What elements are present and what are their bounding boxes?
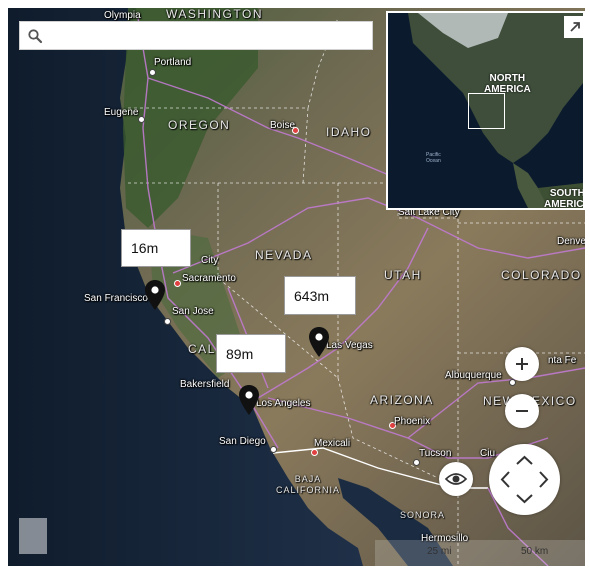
state-label-baja-california: BAJA CALIFORNIA — [276, 474, 341, 495]
state-label-washington: WASHINGTON — [166, 8, 264, 21]
city-label-portland: Portland — [154, 57, 192, 68]
city-label-albuquerque: Albuquerque — [445, 370, 502, 381]
pan-arrows-icon — [500, 455, 549, 504]
map-pin-icon[interactable] — [239, 385, 259, 415]
state-label-oregon: OREGON — [168, 118, 231, 132]
city-dot-san-diego — [270, 446, 277, 453]
zoom-in-button[interactable] — [505, 347, 539, 381]
map-canvas[interactable]: WASHINGTON OREGON IDAHO NEVADA UTAH COLO… — [8, 8, 585, 566]
city-label-san-francisco: San Francisco — [84, 293, 148, 304]
zoom-out-button[interactable] — [505, 394, 539, 428]
search-input[interactable] — [50, 25, 372, 48]
city-dot-boise — [292, 127, 299, 134]
eye-icon — [444, 473, 468, 485]
city-label-san-diego: San Diego — [219, 436, 266, 447]
scale-label-miles: 25 mi — [427, 546, 452, 557]
city-label-olympia: Olympia — [104, 10, 141, 21]
marker-2-callout[interactable]: 643m — [284, 276, 356, 315]
city-dot-portland — [149, 69, 156, 76]
city-dot-sacramento — [174, 280, 181, 287]
pan-control[interactable] — [489, 444, 560, 515]
search-box[interactable] — [19, 21, 373, 50]
city-label-tucson: Tucson — [419, 448, 452, 459]
city-label-san-jose: San Jose — [172, 306, 214, 317]
city-label-bakersfield: Bakersfield — [180, 379, 230, 390]
marker-1-callout[interactable]: 16m — [121, 229, 191, 267]
state-label-sonora: SONORA — [400, 510, 446, 520]
compass-widget[interactable] — [19, 518, 47, 554]
map-pin-icon[interactable] — [309, 327, 329, 357]
overview-label-north-america: NORTH AMERICA — [484, 73, 531, 95]
city-dot-san-jose — [164, 318, 171, 325]
street-view-button[interactable] — [439, 462, 473, 496]
state-label-nevada: NEVADA — [255, 248, 313, 262]
expand-overview-button[interactable] — [564, 16, 585, 38]
state-label-colorado: COLORADO — [501, 268, 582, 282]
minus-icon — [516, 410, 528, 412]
city-label-city: City — [201, 255, 219, 266]
state-label-arizona: ARIZONA — [370, 393, 434, 407]
city-label-mexicali: Mexicali — [314, 438, 351, 449]
city-dot-eugene — [138, 116, 145, 123]
scale-bar: 25 mi 50 km — [375, 540, 585, 566]
overview-map[interactable]: NORTH AMERICA SOUTH AMERICA Pacific Ocea… — [386, 11, 585, 210]
state-label-california: CAL — [188, 342, 216, 356]
overview-label-pacific-ocean: Pacific Ocean — [426, 152, 441, 164]
state-label-utah: UTAH — [384, 268, 422, 282]
city-label-las-vegas: Las Vegas — [326, 340, 373, 351]
city-label-denver: Denve — [557, 236, 585, 247]
marker-3-callout[interactable]: 89m — [216, 334, 286, 373]
city-label-phoenix: Phoenix — [394, 416, 431, 427]
state-label-idaho: IDAHO — [326, 125, 372, 139]
city-label-santa-fe: nta Fe — [548, 355, 577, 366]
city-label-los-angeles: Los Angeles — [256, 398, 311, 409]
city-dot-tucson — [413, 459, 420, 466]
city-label-sacramento: Sacramento — [182, 273, 236, 284]
expand-icon — [570, 22, 580, 32]
overview-viewport-box[interactable] — [468, 93, 505, 129]
plus-icon — [516, 358, 528, 370]
city-label-eugene: Eugene — [104, 107, 139, 118]
scale-label-km: 50 km — [521, 546, 549, 557]
overview-label-south-america: SOUTH AMERICA — [544, 188, 585, 210]
city-dot-mexicali — [311, 449, 318, 456]
map-pin-icon[interactable] — [145, 280, 165, 310]
search-icon[interactable] — [27, 28, 43, 44]
